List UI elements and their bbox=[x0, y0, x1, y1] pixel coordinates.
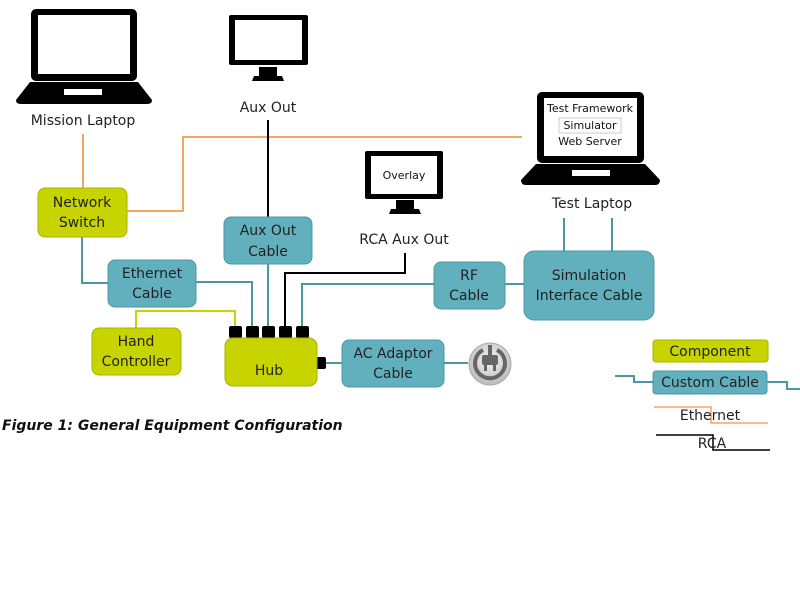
legend-rca-label: RCA bbox=[698, 436, 727, 452]
ac-adaptor-cable-label-1: AC Adaptor bbox=[353, 346, 432, 362]
overlay-monitor-icon bbox=[365, 151, 443, 214]
rca-aux-out-label: RCA Aux Out bbox=[359, 232, 449, 248]
ethernet-line-switch-to-test-laptop bbox=[127, 136, 522, 212]
legend-custom-cable-label: Custom Cable bbox=[661, 375, 759, 391]
hand-controller: Hand Controller bbox=[91, 327, 182, 376]
legend-ethernet-label: Ethernet bbox=[680, 408, 741, 424]
rf-cable-label-2: Cable bbox=[449, 288, 489, 304]
cable-line-rf-to-hub bbox=[301, 283, 434, 328]
aux-out-cable-label-2: Cable bbox=[248, 244, 288, 260]
network-switch-label-2: Switch bbox=[59, 215, 105, 231]
hub-label: Hub bbox=[255, 363, 283, 379]
ethernet-cable-label-2: Cable bbox=[132, 286, 172, 302]
simulation-interface-cable: Simulation Interface Cable bbox=[523, 250, 655, 321]
overlay-screen-label: Overlay bbox=[383, 169, 426, 182]
cable-line-ethernet-to-hub bbox=[196, 281, 253, 328]
equipment-diagram: Mission Laptop Aux Out Test Framework Si… bbox=[2, 9, 800, 452]
legend: Component Custom Cable Ethernet RCA bbox=[615, 339, 800, 452]
power-plug-icon bbox=[468, 342, 512, 386]
ethernet-lines bbox=[82, 134, 522, 212]
ac-adaptor-cable-label-2: Cable bbox=[373, 366, 413, 382]
hand-controller-label-2: Controller bbox=[102, 354, 171, 370]
test-laptop-screen-line-2: Simulator bbox=[563, 119, 617, 132]
monitor-icon bbox=[229, 15, 308, 81]
test-laptop-screen-line-3: Web Server bbox=[558, 135, 622, 148]
simulation-interface-cable-label-2: Interface Cable bbox=[536, 288, 643, 304]
legend-component-label: Component bbox=[669, 344, 751, 360]
hand-controller-line bbox=[135, 310, 236, 328]
rf-cable: RF Cable bbox=[433, 261, 506, 310]
cable-line-switch-to-ethernet bbox=[81, 237, 108, 284]
network-switch-label-1: Network bbox=[53, 195, 112, 211]
ac-adaptor-cable: AC Adaptor Cable bbox=[341, 339, 445, 388]
test-laptop-label: Test Laptop bbox=[551, 196, 632, 212]
rf-cable-label-1: RF bbox=[460, 268, 478, 284]
laptop-icon bbox=[16, 9, 152, 104]
network-switch: Network Switch bbox=[37, 187, 128, 238]
figure-caption: Figure 1: General Equipment Configuratio… bbox=[2, 418, 343, 434]
ethernet-cable: Ethernet Cable bbox=[107, 259, 197, 308]
aux-out-cable: Aux Out Cable bbox=[223, 216, 313, 265]
ethernet-cable-label-1: Ethernet bbox=[122, 266, 183, 282]
test-laptop-screen-line-1: Test Framework bbox=[546, 102, 634, 115]
simulation-interface-cable-label-1: Simulation bbox=[552, 268, 627, 284]
hand-controller-label-1: Hand bbox=[118, 334, 155, 350]
mission-laptop-label: Mission Laptop bbox=[31, 113, 136, 129]
aux-out-cable-label-1: Aux Out bbox=[240, 223, 297, 239]
aux-out-label: Aux Out bbox=[240, 100, 297, 116]
hub: Hub bbox=[224, 326, 326, 387]
